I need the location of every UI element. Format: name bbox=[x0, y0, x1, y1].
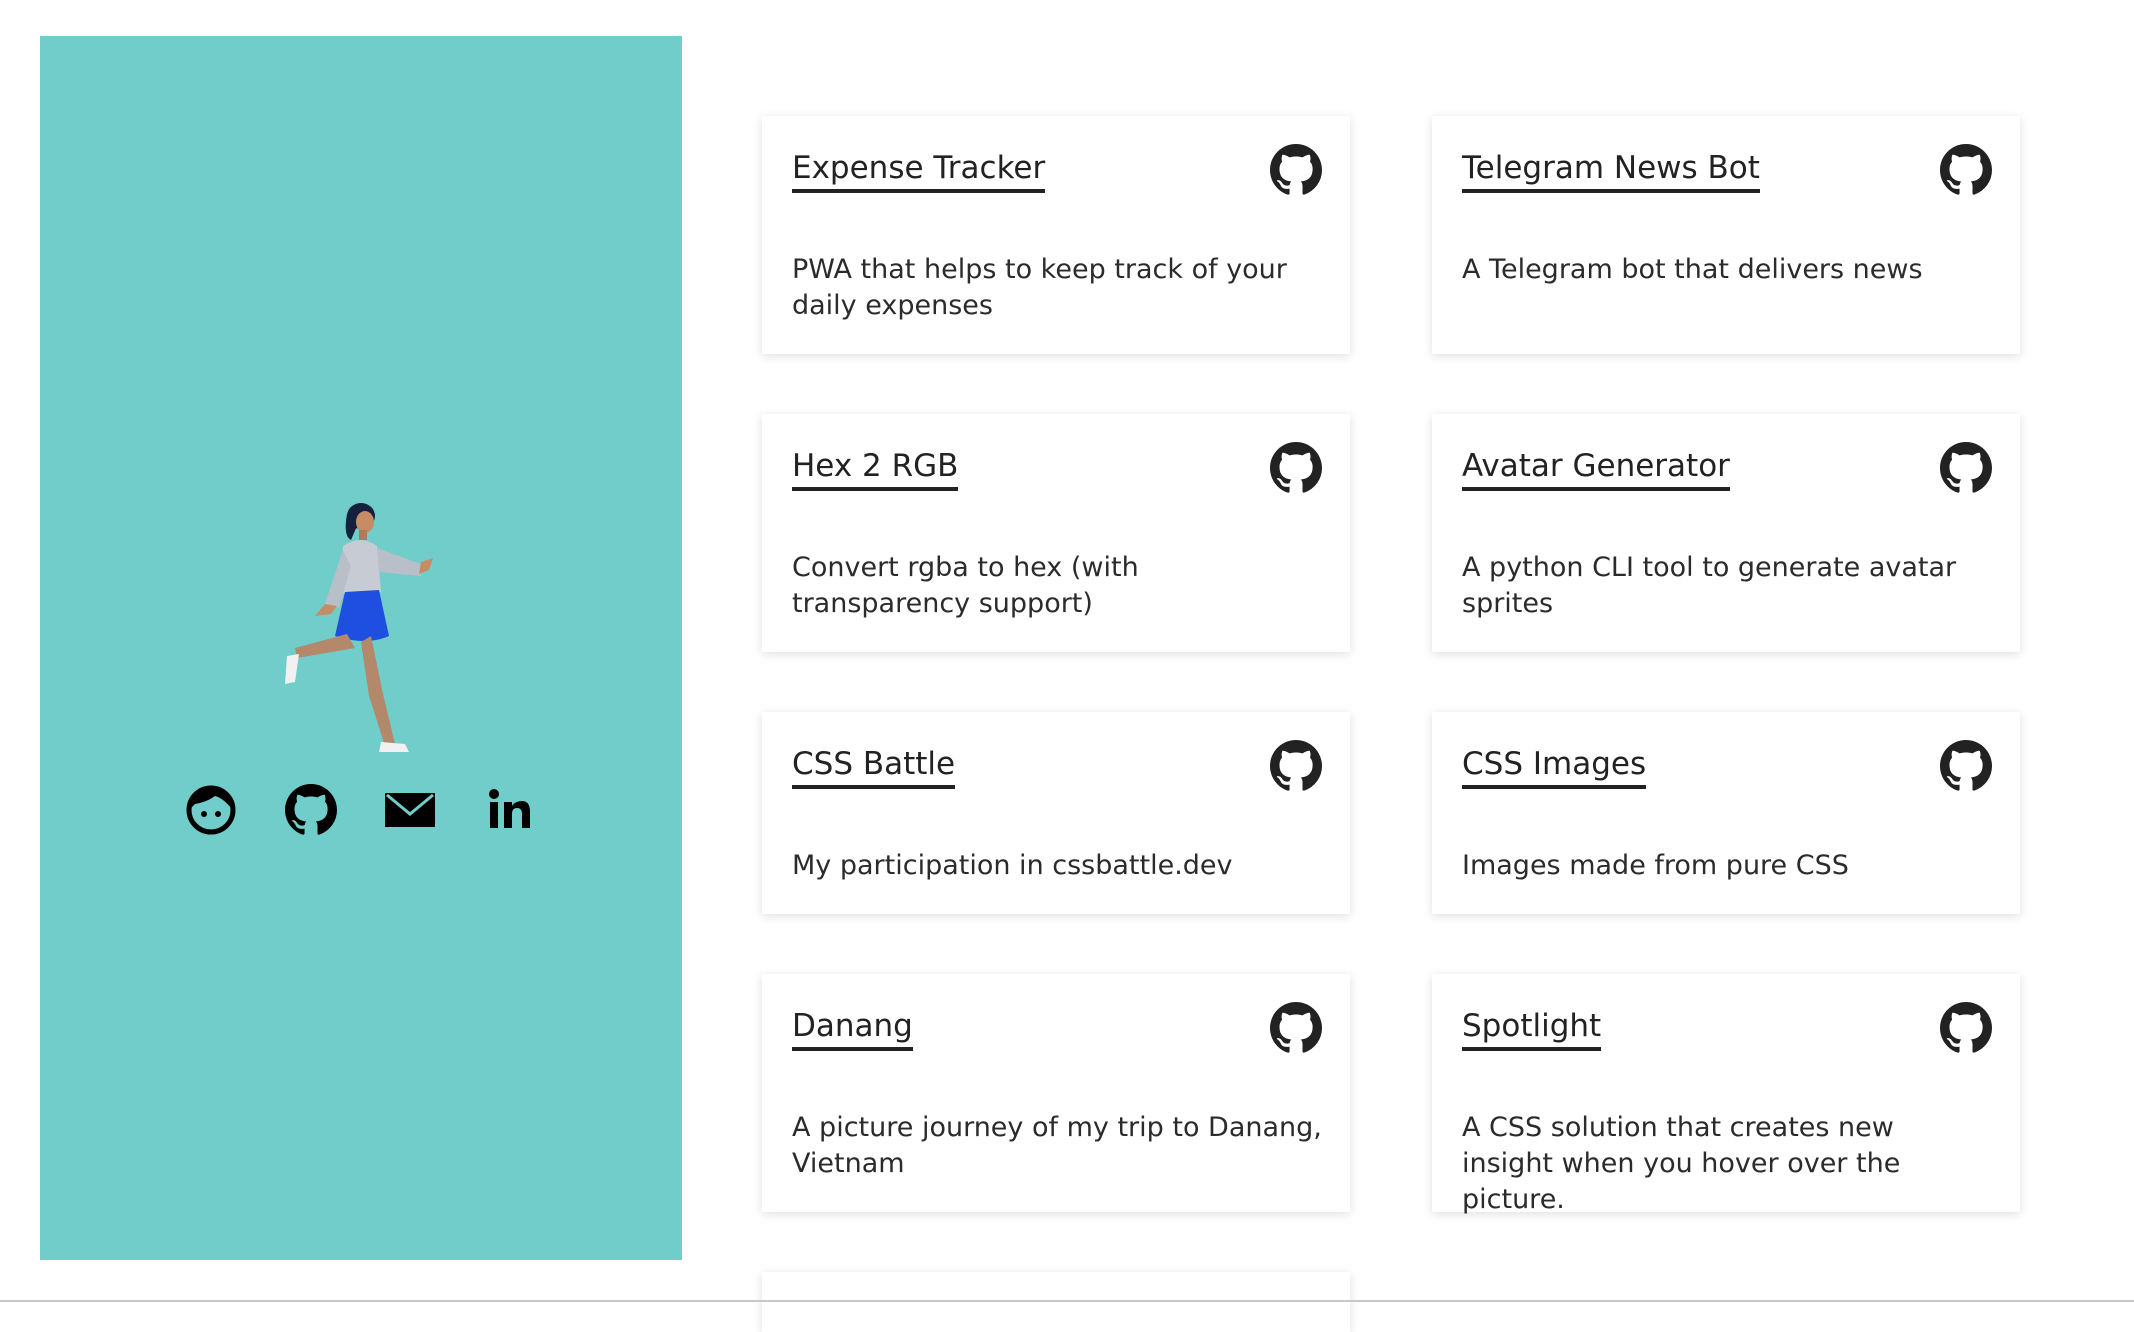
project-title-link[interactable]: Telegram News Bot bbox=[1462, 148, 1760, 193]
project-title-link[interactable]: Danang bbox=[792, 1006, 913, 1051]
face-icon[interactable] bbox=[185, 784, 237, 836]
project-card: Danang A picture journey of my trip to D… bbox=[762, 974, 1350, 1212]
github-icon[interactable] bbox=[1940, 1002, 1992, 1054]
project-title-link[interactable]: CSS Images bbox=[1462, 744, 1647, 789]
project-card: CSS Battle My participation in cssbattle… bbox=[762, 712, 1350, 914]
walking-woman-illustration bbox=[273, 496, 473, 752]
github-icon[interactable] bbox=[1270, 1002, 1322, 1054]
project-card: Avatar Generator A python CLI tool to ge… bbox=[1432, 414, 2020, 652]
github-icon[interactable] bbox=[1270, 144, 1322, 196]
project-description: A Telegram bot that delivers news bbox=[1462, 254, 1923, 285]
github-icon[interactable] bbox=[1940, 740, 1992, 792]
github-icon[interactable] bbox=[285, 784, 337, 836]
project-description: My participation in cssbattle.dev bbox=[792, 850, 1233, 881]
github-icon[interactable] bbox=[1270, 740, 1322, 792]
project-card bbox=[762, 1272, 1350, 1332]
project-description: A python CLI tool to generate avatar spr… bbox=[1462, 552, 1957, 619]
github-icon[interactable] bbox=[1940, 144, 1992, 196]
project-card: Expense Tracker PWA that helps to keep t… bbox=[762, 116, 1350, 354]
project-title-link[interactable]: Avatar Generator bbox=[1462, 446, 1730, 491]
project-card: CSS Images Images made from pure CSS bbox=[1432, 712, 2020, 914]
project-description: Images made from pure CSS bbox=[1462, 850, 1849, 881]
social-links bbox=[40, 784, 682, 836]
github-icon[interactable] bbox=[1940, 442, 1992, 494]
project-card: Hex 2 RGB Convert rgba to hex (with tran… bbox=[762, 414, 1350, 652]
sidebar bbox=[40, 36, 682, 1260]
github-icon[interactable] bbox=[1270, 442, 1322, 494]
project-description: Convert rgba to hex (with transparency s… bbox=[792, 552, 1139, 619]
project-card: Spotlight A CSS solution that creates ne… bbox=[1432, 974, 2020, 1215]
project-title-link[interactable]: CSS Battle bbox=[792, 744, 956, 789]
project-card: Telegram News Bot A Telegram bot that de… bbox=[1432, 116, 2020, 354]
linkedin-icon[interactable] bbox=[484, 784, 536, 836]
project-title-link[interactable]: Spotlight bbox=[1462, 1006, 1602, 1051]
project-title-link[interactable]: Hex 2 RGB bbox=[792, 446, 959, 491]
project-description: A picture journey of my trip to Danang, … bbox=[792, 1112, 1322, 1179]
project-description: A CSS solution that creates new insight … bbox=[1462, 1112, 1901, 1215]
mail-icon[interactable] bbox=[384, 784, 436, 836]
project-description: PWA that helps to keep track of your dai… bbox=[792, 254, 1287, 321]
project-title-link[interactable]: Expense Tracker bbox=[792, 148, 1046, 193]
